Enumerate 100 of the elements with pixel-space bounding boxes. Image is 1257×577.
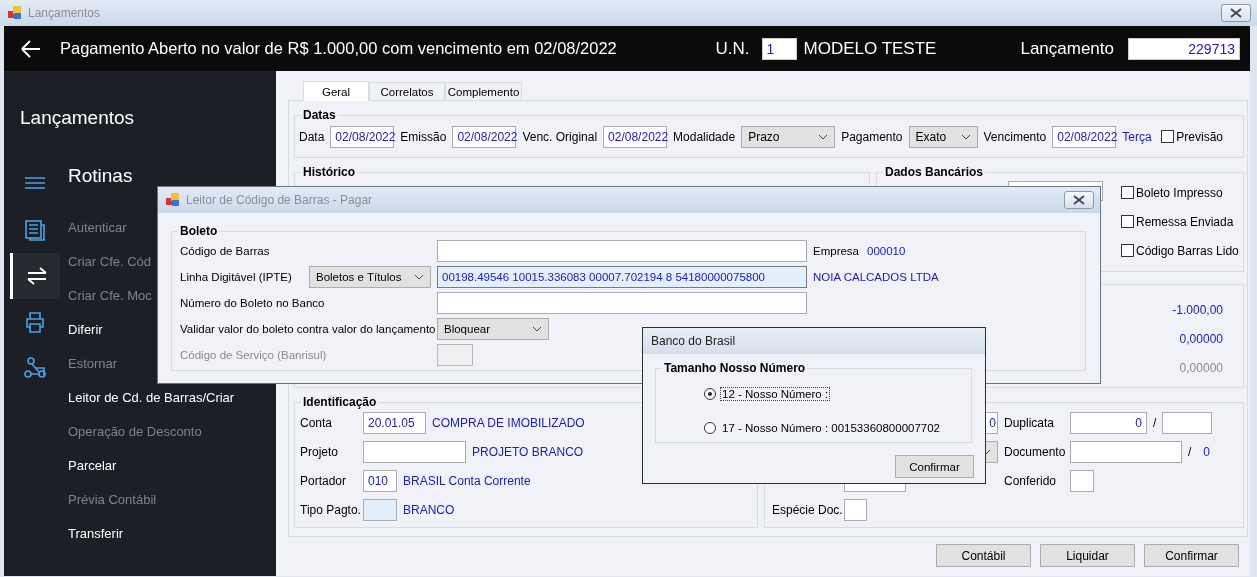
menu-item[interactable]: Transferir — [68, 525, 124, 543]
app-icon — [8, 6, 22, 20]
field-label: Tipo Pagto. — [300, 502, 362, 517]
separator-text: / — [1188, 444, 1192, 459]
section-title: Rotinas — [68, 164, 133, 188]
input-field[interactable] — [1162, 411, 1213, 434]
checkbox[interactable] — [1161, 130, 1175, 143]
input-field[interactable] — [437, 292, 807, 314]
field-label: Portador — [300, 473, 348, 488]
nav-button[interactable] — [10, 253, 60, 299]
tab[interactable]: Geral — [303, 81, 369, 101]
group-title: Dados Bancários — [883, 165, 986, 179]
input-field[interactable] — [437, 240, 807, 262]
input-field[interactable]: 02/08/2022 — [452, 125, 517, 148]
field-label: Linha Digitável (IPTE) — [180, 271, 293, 283]
close-button[interactable] — [1221, 4, 1251, 22]
checkbox-label: Remessa Enviada — [1136, 214, 1234, 229]
checkbox[interactable] — [1121, 244, 1134, 257]
dropdown[interactable]: Exato — [908, 125, 978, 148]
tab[interactable]: Correlatos — [369, 82, 445, 100]
group-title: Histórico — [301, 165, 357, 179]
tab[interactable]: Complemento — [445, 82, 522, 100]
field-description: BRASIL Conta Corrente — [403, 473, 531, 488]
separator-text: / — [1153, 415, 1157, 430]
sidebar-title: Lançamentos — [20, 107, 135, 129]
printer-icon — [24, 311, 46, 333]
company-name: NOIA CALCADOS LTDA — [813, 271, 940, 283]
checkbox[interactable] — [1121, 186, 1134, 199]
menu-item[interactable]: Parcelar — [68, 457, 117, 475]
action-button[interactable]: Confirmar — [1144, 544, 1239, 567]
input-field[interactable]: 20.01.05 — [363, 411, 426, 434]
action-button[interactable]: Contábil — [936, 544, 1031, 567]
checkbox[interactable] — [1121, 215, 1134, 228]
total-value: 0,00000 — [1179, 360, 1223, 377]
input-field[interactable] — [1070, 440, 1182, 463]
input-field[interactable] — [437, 344, 473, 366]
menu-item[interactable]: Leitor de Cd. de Barras/Criar — [68, 389, 235, 407]
window-title: Lançamentos — [28, 6, 101, 20]
field-label: Documento — [1004, 444, 1064, 459]
input-field[interactable] — [1070, 469, 1094, 492]
group-title: Boleto — [178, 224, 220, 238]
field-label: Data — [299, 129, 325, 144]
field-label: Pagamento — [841, 129, 903, 144]
dropdown[interactable]: Prazo — [741, 125, 836, 148]
field-label: Emissão — [400, 129, 447, 144]
close-icon — [1229, 8, 1243, 18]
input-field[interactable]: 02/08/2022 — [1052, 125, 1117, 148]
network-icon — [24, 357, 46, 379]
weekday-text: Terça — [1122, 129, 1152, 144]
field-label: Conta — [300, 415, 334, 430]
field-label: Conferido — [1004, 473, 1058, 488]
app-icon — [166, 193, 180, 207]
dropdown[interactable]: Boletos e Títulos — [309, 266, 431, 288]
input-field[interactable]: 00198.49546 10015.336083 00007.702194 8 54180000075800 — [437, 266, 807, 288]
document-number: 0 — [1203, 444, 1211, 459]
action-button[interactable]: Liquidar — [1040, 544, 1135, 567]
window-title: Banco do Brasil — [651, 334, 736, 348]
input-field[interactable]: 02/08/2022 — [603, 125, 668, 148]
unit-field[interactable]: 1 — [761, 37, 797, 60]
radio-label: 12 - Nosso Número : — [720, 387, 831, 401]
document-icon — [24, 219, 46, 241]
checkbox-label: Código Barras Lido — [1136, 243, 1239, 258]
page-title: Pagamento Aberto no valor de R$ 1.000,00 com vencimento em 02/08/2022 — [60, 39, 617, 58]
field-label: Código de Barras — [180, 245, 271, 257]
group-title: Tamanho Nosso Número — [662, 361, 808, 375]
unit-label: U.N. — [715, 38, 750, 59]
input-field[interactable] — [363, 440, 466, 463]
total-value: 0,00000 — [1179, 331, 1223, 348]
input-field[interactable]: 010 — [363, 469, 397, 492]
entry-label: Lançamento — [1020, 38, 1114, 59]
total-value: -1.000,00 — [1172, 302, 1223, 319]
back-arrow-icon — [20, 37, 42, 60]
group-title: Identificação — [301, 395, 379, 409]
checkbox-label: Previsão — [1176, 129, 1223, 144]
input-field[interactable]: 02/08/2022 — [330, 125, 395, 148]
entry-field[interactable]: 229713 — [1128, 37, 1240, 60]
field-description: COMPRA DE IMOBILIZADO — [432, 415, 585, 430]
field-label: Código de Serviço (Banrisul) — [180, 349, 328, 361]
menu-item[interactable]: Diferir — [68, 321, 103, 339]
input-field[interactable] — [844, 498, 867, 521]
field-label: Número do Boleto no Banco — [180, 297, 326, 309]
dropdown[interactable]: Bloquear — [437, 318, 549, 340]
input-field[interactable]: 0 — [1070, 411, 1147, 434]
close-button[interactable] — [1064, 191, 1094, 209]
swap-arrows-icon — [25, 265, 48, 287]
field-label: Duplicata — [1004, 415, 1056, 430]
field-label: Modalidade — [673, 129, 736, 144]
radio-button[interactable] — [704, 422, 716, 434]
unit-name: MODELO TESTE — [803, 38, 937, 59]
close-icon — [1072, 195, 1086, 205]
company-code: 000010 — [867, 245, 906, 257]
field-label: Projeto — [300, 444, 340, 459]
input-field[interactable] — [363, 498, 397, 521]
radio-label: 17 - Nosso Número : 00153360800007702 — [721, 421, 942, 435]
field-label: Vencimento — [983, 129, 1047, 144]
confirm-button[interactable]: Confirmar — [895, 455, 974, 478]
checkbox-label: Boleto Impresso — [1136, 185, 1223, 200]
field-label: Empresa — [813, 245, 860, 257]
radio-button[interactable] — [704, 388, 716, 400]
field-description: PROJETO BRANCO — [472, 444, 584, 459]
